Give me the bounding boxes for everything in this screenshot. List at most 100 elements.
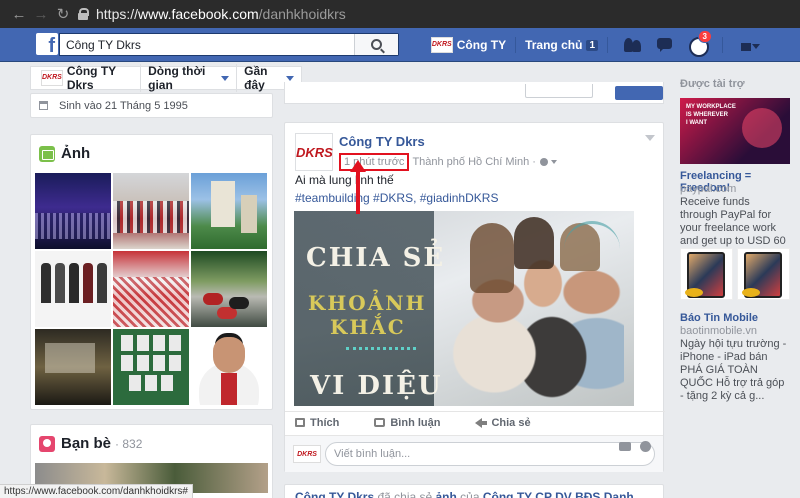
image-text-line4: VI DIỆU <box>310 371 443 401</box>
reload-icon[interactable]: ↻ <box>52 5 74 23</box>
url-host: www.facebook.com <box>138 6 259 22</box>
friends-count: · 832 <box>115 436 143 451</box>
ad-line: IS WHEREVER <box>686 112 729 118</box>
ad-description: Ngày hội tựu trường - iPhone - iPad bán … <box>680 338 787 402</box>
post-location[interactable]: Thành phố Hồ Chí Minh · <box>412 156 536 168</box>
post-actions: Thích Bình luận Chia sẻ <box>285 411 665 433</box>
comment-area: DKRS Viết bình luận... <box>285 435 663 472</box>
facebook-top-bar: f Công TY Dkrs DKRS Công TY Trang chủ 1 … <box>0 28 800 62</box>
image-figure <box>514 217 554 269</box>
page-name-link[interactable]: Công TY <box>457 38 506 52</box>
birthday-card: Sinh vào 21 Tháng 5 1995 <box>30 93 273 118</box>
post-hashtags[interactable]: #teambuilding #DKRS, #giadinhDKRS <box>295 191 498 205</box>
sticker-icon[interactable] <box>640 441 651 452</box>
thumbs-up-icon <box>295 418 305 427</box>
divider <box>607 37 608 53</box>
post-author-avatar[interactable]: DKRS <box>295 133 333 171</box>
annotation-arrow <box>356 166 360 214</box>
home-count-badge: 1 <box>586 39 598 51</box>
page-nav-logo[interactable]: DKRS <box>41 70 63 86</box>
commenter-avatar: DKRS <box>293 445 321 463</box>
share-button[interactable]: Chia sẻ <box>475 416 531 429</box>
photo-thumbnail[interactable] <box>191 173 267 249</box>
photo-thumbnail[interactable] <box>113 329 189 405</box>
friends-icon <box>39 435 55 452</box>
photos-card: Ảnh <box>30 134 273 410</box>
photo-thumbnail[interactable] <box>35 173 111 249</box>
post-header: DKRS Công TY Dkrs 1 phút trước Thành phố… <box>295 133 557 171</box>
post-image[interactable]: CHIA SẺ KHOẢNH KHẮC VI DIỆU <box>294 211 634 406</box>
top-bar-right: DKRS Công TY Trang chủ 1 3 <box>430 28 764 62</box>
messages-icon[interactable] <box>654 36 676 54</box>
ad-image-ipad[interactable] <box>680 248 790 300</box>
facebook-logo-icon[interactable]: f <box>36 33 58 55</box>
photos-header: Ảnh <box>31 135 272 172</box>
photo-grid <box>35 173 267 405</box>
ad-domain: paypal.com <box>680 183 737 195</box>
timeline-tab[interactable]: Dòng thời gian <box>141 64 236 92</box>
post-meta: 1 phút trước Thành phố Hồ Chí Minh · <box>339 153 557 171</box>
forward-icon[interactable]: → <box>30 6 52 23</box>
photo-thumbnail[interactable] <box>35 329 111 405</box>
search-button[interactable] <box>354 34 398 55</box>
photos-title[interactable]: Ảnh <box>61 145 90 162</box>
home-link[interactable]: Trang chủ <box>525 38 582 52</box>
comment-button[interactable]: Bình luận <box>374 417 440 429</box>
comment-label: Bình luận <box>390 416 441 429</box>
calendar-icon <box>39 101 48 110</box>
search-icon <box>371 39 382 50</box>
next-post-author[interactable]: Công TY Dkrs <box>295 490 374 498</box>
image-text-line3: KHẮC <box>330 315 406 339</box>
ad-domain: baotinmobile.vn <box>680 325 758 337</box>
photo-thumbnail[interactable] <box>113 173 189 249</box>
search-value: Công TY Dkrs <box>66 37 141 52</box>
browser-address-bar: ← → ↻ https://www.facebook.com/danhkhoid… <box>0 0 800 28</box>
recent-label: Gần đây <box>244 64 268 92</box>
notifications-globe-icon[interactable]: 3 <box>686 30 712 57</box>
image-text-line1: CHIA SẺ <box>306 243 446 273</box>
page-nav-name[interactable]: Công TY Dkrs <box>67 64 142 92</box>
status-bar-url: https://www.facebook.com/danhkhoidkrs# <box>0 484 193 498</box>
page-nav-bar: DKRS Công TY Dkrs Dòng thời gian Gần đây <box>30 64 302 92</box>
image-squiggle <box>346 347 416 355</box>
friend-requests-icon[interactable] <box>622 36 644 54</box>
post-text: Ai mà lung linh thế <box>295 173 394 187</box>
url-scheme: https:// <box>96 6 139 22</box>
notification-count-badge: 3 <box>697 30 712 43</box>
like-button[interactable]: Thích <box>295 417 339 429</box>
photo-thumbnail[interactable] <box>35 251 111 327</box>
comment-icon <box>374 418 386 427</box>
like-label: Thích <box>310 416 340 429</box>
post-options-chevron-icon[interactable] <box>645 135 655 141</box>
photo-thumbnail[interactable] <box>191 329 267 405</box>
birthday-text: Sinh vào 21 Tháng 5 1995 <box>59 99 188 112</box>
divider <box>515 37 517 53</box>
public-globe-icon <box>539 158 548 166</box>
post-author-name[interactable]: Công TY Dkrs <box>339 134 557 149</box>
composer-bottom <box>284 82 664 104</box>
ad-image-paypal[interactable]: MY WORKPLACE IS WHEREVER I WANT <box>680 98 790 164</box>
url-field[interactable]: https://www.facebook.com/danhkhoidkrs <box>96 6 346 22</box>
ad-glow <box>742 108 782 148</box>
next-post-card: Công TY Dkrs đã chia sẻ ảnh của Công TY … <box>284 484 664 498</box>
ad-title[interactable]: Báo Tin Mobile <box>680 312 758 324</box>
back-icon[interactable]: ← <box>8 6 30 23</box>
publish-button[interactable] <box>615 86 663 100</box>
photo-thumbnail[interactable] <box>113 251 189 327</box>
friends-title[interactable]: Bạn bè <box>61 435 111 452</box>
audience-selector[interactable] <box>525 84 593 98</box>
post-card: DKRS Công TY Dkrs 1 phút trước Thành phố… <box>284 122 665 472</box>
next-post-middle: đã chia sẻ <box>374 490 436 498</box>
page-avatar[interactable]: DKRS <box>430 37 453 53</box>
chevron-down-icon[interactable] <box>550 160 557 164</box>
search-input[interactable]: Công TY Dkrs <box>59 33 399 56</box>
share-label: Chia sẻ <box>491 416 531 429</box>
next-post-object[interactable]: ảnh <box>436 490 457 498</box>
next-post-other[interactable]: Công TY CP DV BĐS Danh <box>483 490 634 498</box>
camera-icon[interactable] <box>619 442 631 451</box>
photo-icon <box>39 145 55 162</box>
privacy-menu-icon[interactable] <box>737 36 760 54</box>
author-block: Công TY Dkrs 1 phút trước Thành phố Hồ C… <box>339 133 557 171</box>
photo-thumbnail[interactable] <box>191 251 267 327</box>
comment-input[interactable]: Viết bình luận... <box>325 442 655 466</box>
